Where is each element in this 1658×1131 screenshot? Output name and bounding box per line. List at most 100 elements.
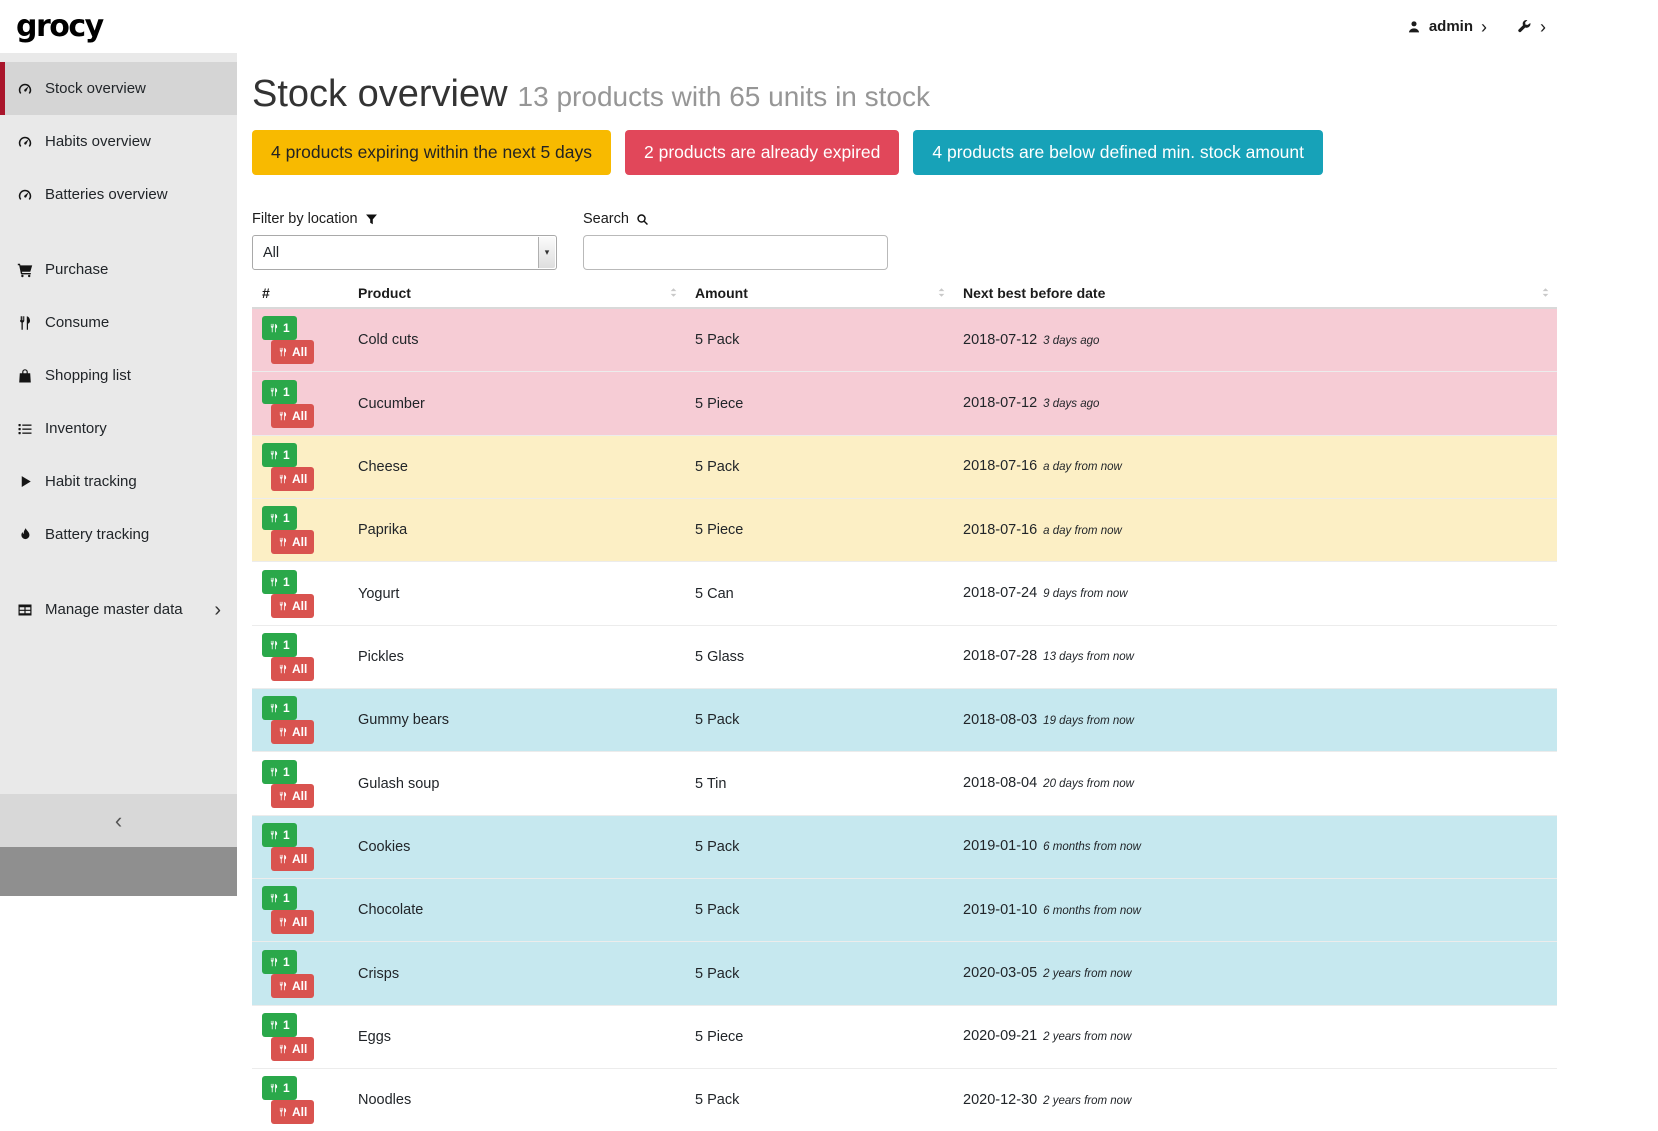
date-relative-note: 19 days from now	[1043, 715, 1134, 727]
product-amount: 5 Pack	[685, 942, 953, 1005]
gauge-icon	[16, 134, 34, 150]
best-before-date: 2019-01-106 months from now	[953, 879, 1557, 942]
consume-all-button[interactable]: All	[271, 784, 314, 808]
consume-all-button[interactable]: All	[271, 530, 314, 554]
consume-all-button[interactable]: All	[271, 720, 314, 744]
settings-menu[interactable]: ›	[1517, 18, 1546, 36]
alert-expiring[interactable]: 4 products expiring within the next 5 da…	[252, 130, 611, 175]
filter-label-text: Filter by location	[252, 211, 358, 227]
date-relative-note: 13 days from now	[1043, 651, 1134, 663]
user-menu[interactable]: admin ›	[1407, 18, 1487, 36]
sort-icon	[935, 286, 948, 299]
consume-all-label: All	[292, 1105, 307, 1119]
search-label: Search	[583, 211, 888, 227]
consume-one-button[interactable]: 1	[262, 633, 297, 657]
product-amount: 5 Glass	[685, 625, 953, 688]
utensils-icon	[16, 315, 34, 331]
stock-row-cookies: 1AllCookies5 Pack2019-01-106 months from…	[252, 815, 1557, 878]
consume-all-button[interactable]: All	[271, 594, 314, 618]
consume-one-button[interactable]: 1	[262, 760, 297, 784]
column-header-amount[interactable]: Amount	[685, 283, 953, 308]
stock-table-body: 1AllCold cuts5 Pack2018-07-123 days ago1…	[252, 308, 1557, 1131]
consume-all-button[interactable]: All	[271, 657, 314, 681]
sidebar-item-habits-overview[interactable]: Habits overview	[0, 115, 237, 168]
app-logo[interactable]: grocy	[16, 9, 103, 44]
alert-below-min-stock[interactable]: 4 products are below defined min. stock …	[913, 130, 1323, 175]
consume-all-label: All	[292, 852, 307, 866]
product-amount: 5 Pack	[685, 815, 953, 878]
sidebar-group: Stock overview Habits overview Batteries o…	[0, 62, 237, 221]
utensils-icon	[278, 537, 288, 547]
consume-all-button[interactable]: All	[271, 467, 314, 491]
consume-all-button[interactable]: All	[271, 1100, 314, 1124]
user-icon	[1407, 20, 1421, 34]
consume-one-button[interactable]: 1	[262, 823, 297, 847]
product-amount: 5 Pack	[685, 689, 953, 752]
consume-all-button[interactable]: All	[271, 404, 314, 428]
chevron-right-icon: ›	[1540, 18, 1546, 36]
consume-one-label: 1	[283, 385, 290, 399]
product-name: Cold cuts	[348, 308, 685, 372]
search-input[interactable]	[583, 235, 888, 270]
product-name: Gummy bears	[348, 689, 685, 752]
consume-one-button[interactable]: 1	[262, 696, 297, 720]
column-header-product[interactable]: Product	[348, 283, 685, 308]
sidebar-collapse-button[interactable]: ‹	[0, 794, 237, 847]
chevron-left-icon: ‹	[115, 810, 122, 832]
consume-one-button[interactable]: 1	[262, 886, 297, 910]
consume-one-button[interactable]: 1	[262, 316, 297, 340]
sidebar-item-stock-overview[interactable]: Stock overview	[0, 62, 237, 115]
page-title-text: Stock overview	[252, 73, 508, 115]
sidebar-item-purchase[interactable]: Purchase	[0, 243, 237, 296]
utensils-icon	[278, 791, 288, 801]
stock-table: #ProductAmountNext best before date 1All…	[252, 283, 1557, 1131]
product-amount: 5 Can	[685, 562, 953, 625]
sidebar-item-habit-tracking[interactable]: Habit tracking	[0, 455, 237, 508]
consume-one-button[interactable]: 1	[262, 950, 297, 974]
consume-all-button[interactable]: All	[271, 340, 314, 364]
sidebar-item-label: Habit tracking	[45, 473, 137, 490]
best-before-date: 2019-01-106 months from now	[953, 815, 1557, 878]
product-amount: 5 Tin	[685, 752, 953, 815]
consume-all-button[interactable]: All	[271, 910, 314, 934]
consume-all-button[interactable]: All	[271, 1037, 314, 1061]
best-before-date: 2018-07-249 days from now	[953, 562, 1557, 625]
sidebar-item-inventory[interactable]: Inventory	[0, 402, 237, 455]
chevron-right-icon: ›	[1481, 18, 1487, 36]
consume-one-button[interactable]: 1	[262, 506, 297, 530]
consume-one-button[interactable]: 1	[262, 443, 297, 467]
consume-all-button[interactable]: All	[271, 974, 314, 998]
location-select[interactable]: All ▾	[252, 235, 557, 270]
sidebar-item-label: Habits overview	[45, 133, 151, 150]
sidebar-item-battery-tracking[interactable]: Battery tracking	[0, 508, 237, 561]
utensils-icon	[278, 1044, 288, 1054]
sidebar-item-label: Batteries overview	[45, 186, 168, 203]
best-before-date: 2018-07-16a day from now	[953, 435, 1557, 498]
row-actions: 1 All	[252, 435, 348, 498]
product-name: Cucumber	[348, 372, 685, 435]
sidebar-item-shopping-list[interactable]: Shopping list	[0, 349, 237, 402]
table-header-row: #ProductAmountNext best before date	[252, 283, 1557, 308]
row-actions: 1All	[252, 499, 348, 562]
sidebar-item-batteries-overview[interactable]: Batteries overview	[0, 168, 237, 221]
consume-one-button[interactable]: 1	[262, 1013, 297, 1037]
sidebar-item-manage-master-data[interactable]: Manage master data›	[0, 583, 237, 636]
column-label: Next best before date	[963, 285, 1105, 301]
consume-one-button[interactable]: 1	[262, 1076, 297, 1100]
alert-expired[interactable]: 2 products are already expired	[625, 130, 899, 175]
row-actions: 1All	[252, 879, 348, 942]
column-header-next-best-before-date[interactable]: Next best before date	[953, 283, 1557, 308]
filter-icon	[365, 213, 378, 226]
stock-row-yogurt: 1AllYogurt5 Can2018-07-249 days from now	[252, 562, 1557, 625]
top-header: grocy admin › ›	[0, 0, 1658, 53]
consume-all-button[interactable]: All	[271, 847, 314, 871]
consume-one-button[interactable]: 1	[262, 570, 297, 594]
gauge-icon	[16, 187, 34, 203]
product-name: Noodles	[348, 1069, 685, 1131]
consume-one-label: 1	[283, 448, 290, 462]
product-name: Pickles	[348, 625, 685, 688]
utensils-icon	[269, 703, 279, 713]
sidebar-item-consume[interactable]: Consume	[0, 296, 237, 349]
consume-one-button[interactable]: 1	[262, 380, 297, 404]
date-relative-note: 2 years from now	[1043, 1031, 1131, 1043]
